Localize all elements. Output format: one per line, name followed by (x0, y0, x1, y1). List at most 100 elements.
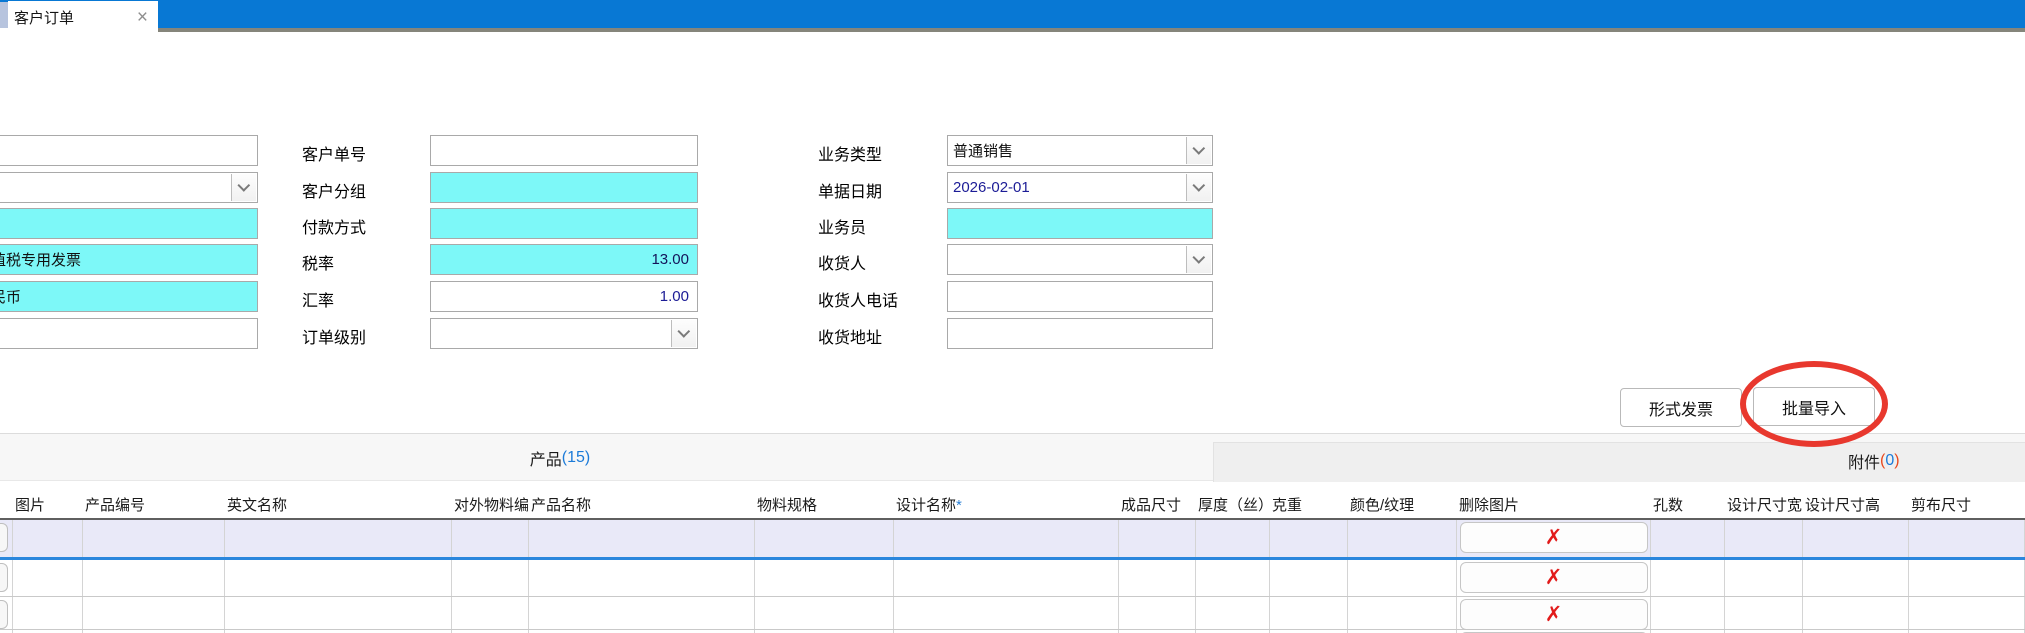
document-date-value: 2026-02-01 (948, 179, 1212, 196)
table-cell[interactable] (894, 560, 1119, 596)
table-cell[interactable] (894, 597, 1119, 629)
customer-order-window: 客户订单 × 增值税专用发票人民币客户单号客户分组付款方式税率13.00汇率1.… (0, 0, 2025, 633)
consignee-label: 收货人 (818, 250, 866, 274)
tab-bar-underline (157, 28, 2025, 32)
table-cell[interactable] (1651, 560, 1725, 596)
left-field-6-input[interactable] (0, 318, 258, 349)
left-field-3-input[interactable] (0, 208, 258, 239)
tax-rate-input[interactable]: 13.00 (430, 244, 698, 275)
tab-attachments[interactable]: 附件(0) (1848, 446, 1900, 476)
table-cell[interactable] (1803, 520, 1909, 557)
table-cell[interactable] (1651, 520, 1725, 557)
table-cell[interactable] (1119, 597, 1196, 629)
table-cell[interactable] (1119, 560, 1196, 596)
consignee-dropdown[interactable] (947, 244, 1213, 275)
payment-method-input[interactable] (430, 208, 698, 239)
table-cell[interactable] (529, 520, 755, 557)
business-type-value: 普通销售 (948, 140, 1212, 161)
order-level-dropdown[interactable] (430, 318, 698, 349)
order-level-dropdown-button[interactable] (671, 320, 696, 347)
table-cell[interactable] (1348, 597, 1457, 629)
exchange-rate-input[interactable]: 1.00 (430, 281, 698, 312)
consignee-dropdown-button[interactable] (1186, 246, 1211, 273)
row-action-button-partial[interactable] (0, 563, 8, 592)
table-cell[interactable] (1348, 560, 1457, 596)
table-cell[interactable]: ✗ (1457, 520, 1651, 557)
table-cell[interactable] (83, 560, 225, 596)
tab-attachments-label: 附件 (1848, 449, 1880, 473)
tab-products[interactable]: 产品(15) (0, 434, 1120, 482)
table-cell[interactable] (1803, 560, 1909, 596)
table-cell[interactable] (1270, 520, 1348, 557)
tab-attachments-panel[interactable] (1213, 442, 2025, 482)
column-header-6: 物料规格 (755, 487, 894, 518)
consignee-phone-input[interactable] (947, 281, 1213, 312)
delivery-address-input[interactable] (947, 318, 1213, 349)
document-date-dropdown[interactable]: 2026-02-01 (947, 172, 1213, 203)
table-cell[interactable] (1270, 560, 1348, 596)
table-cell[interactable] (1196, 560, 1270, 596)
row-action-button-partial[interactable] (0, 600, 8, 629)
customer-group-input[interactable] (430, 172, 698, 203)
business-type-dropdown-button[interactable] (1186, 137, 1211, 164)
table-cell[interactable] (1909, 597, 2025, 629)
table-cell[interactable]: ✗ (1457, 597, 1651, 629)
window-tab-bar (0, 0, 2025, 28)
chevron-down-icon (1192, 179, 1205, 192)
document-date-dropdown-button[interactable] (1186, 174, 1211, 201)
delete-image-button[interactable]: ✗ (1460, 599, 1648, 630)
table-cell[interactable] (1651, 597, 1725, 629)
business-type-dropdown[interactable]: 普通销售 (947, 135, 1213, 166)
table-cell[interactable] (13, 560, 83, 596)
left-field-2-dropdown-button[interactable] (231, 174, 256, 201)
table-cell[interactable] (225, 560, 452, 596)
customer-order-no-input[interactable] (430, 135, 698, 166)
delete-image-button[interactable]: ✗ (1460, 562, 1648, 593)
table-cell[interactable] (83, 520, 225, 557)
table-cell[interactable] (1909, 520, 2025, 557)
table-cell[interactable] (452, 520, 529, 557)
table-cell[interactable] (83, 597, 225, 629)
table-cell[interactable] (452, 560, 529, 596)
table-cell[interactable] (755, 597, 894, 629)
table-cell[interactable] (225, 597, 452, 629)
table-cell[interactable] (755, 520, 894, 557)
table-cell[interactable] (1909, 560, 2025, 596)
partial-tab-sliver[interactable] (0, 2, 8, 28)
tab-attachments-count: 0 (1885, 452, 1894, 470)
exchange-rate-label: 汇率 (302, 287, 334, 311)
table-cell (0, 597, 13, 629)
table-cell[interactable] (1196, 597, 1270, 629)
invoice-type-input[interactable]: 增值税专用发票 (0, 244, 258, 275)
table-cell[interactable] (225, 520, 452, 557)
left-field-2-dropdown[interactable] (0, 172, 258, 203)
table-cell[interactable] (1270, 597, 1348, 629)
table-cell[interactable] (1348, 520, 1457, 557)
table-cell[interactable] (529, 597, 755, 629)
salesperson-input[interactable] (947, 208, 1213, 239)
proforma-invoice-button[interactable]: 形式发票 (1620, 388, 1742, 427)
left-field-1-input[interactable] (0, 135, 258, 166)
table-cell[interactable] (1196, 520, 1270, 557)
table-cell[interactable] (1725, 520, 1803, 557)
table-cell[interactable] (1725, 597, 1803, 629)
table-cell[interactable] (13, 597, 83, 629)
document-date-label: 单据日期 (818, 178, 882, 202)
close-icon[interactable]: × (137, 8, 148, 27)
row-action-button-partial[interactable] (0, 523, 8, 552)
tab-customer-order[interactable]: 客户订单 × (8, 1, 158, 34)
table-cell[interactable] (755, 560, 894, 596)
batch-import-button[interactable]: 批量导入 (1753, 387, 1875, 426)
delete-image-button[interactable]: ✗ (1460, 522, 1648, 553)
table-cell[interactable] (1119, 520, 1196, 557)
table-cell[interactable] (1803, 597, 1909, 629)
table-cell[interactable] (452, 597, 529, 629)
salesperson-label: 业务员 (818, 214, 866, 238)
table-cell[interactable] (1725, 560, 1803, 596)
table-cell[interactable] (894, 520, 1119, 557)
table-cell[interactable] (529, 560, 755, 596)
table-cell[interactable] (13, 520, 83, 557)
chevron-down-icon (1192, 251, 1205, 264)
table-cell[interactable]: ✗ (1457, 560, 1651, 596)
currency-input[interactable]: 人民币 (0, 281, 258, 312)
